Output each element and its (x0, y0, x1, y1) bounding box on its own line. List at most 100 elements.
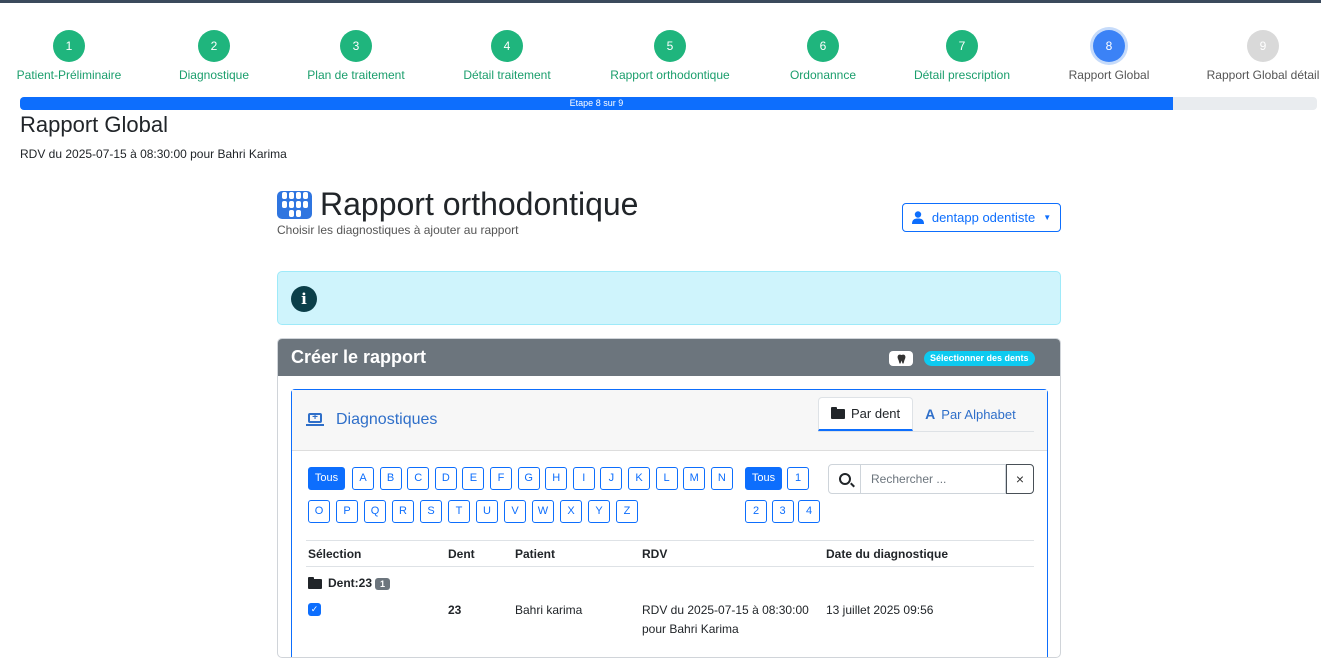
letter-button-v[interactable]: V (504, 500, 526, 523)
window-top-border (0, 0, 1321, 3)
diagnostics-title: Diagnostiques (336, 411, 438, 428)
letter-button-j[interactable]: J (600, 467, 623, 490)
letter-button-c[interactable]: C (407, 467, 430, 490)
diagnostics-panel: + Diagnostiques Par dent A Par Alphabet … (291, 389, 1048, 657)
teeth-icon (277, 190, 312, 219)
info-alert: i (277, 271, 1061, 325)
step-label: Rapport Global détail (1206, 68, 1320, 82)
cell-date: 13 juillet 2025 09:56 (826, 602, 934, 617)
step-circle: 2 (198, 30, 230, 62)
row-checkbox[interactable]: ✓ (308, 602, 321, 616)
letter-button-y[interactable]: Y (588, 500, 610, 523)
col-rdv[interactable]: RDV (640, 540, 824, 567)
letter-button-i[interactable]: I (572, 467, 595, 490)
number-button-3[interactable]: 3 (771, 500, 794, 523)
step-circle: 8 (1093, 30, 1125, 62)
cell-tooth: 23 (448, 602, 462, 617)
user-menu-label: dentapp odentiste (931, 210, 1036, 225)
step-circle: 1 (53, 30, 85, 62)
letter-button-f[interactable]: F (490, 467, 512, 490)
step-circle: 3 (340, 30, 372, 62)
step-label: Détail traitement (463, 68, 551, 82)
step-label: Rapport orthodontique (610, 68, 730, 82)
letter-button-p[interactable]: P (336, 500, 358, 523)
page-title: Rapport Global (20, 112, 168, 137)
letter-button-e[interactable]: E (462, 467, 485, 490)
page-subtitle: RDV du 2025-07-15 à 08:30:00 pour Bahri … (20, 147, 287, 161)
letter-button-b[interactable]: B (379, 467, 402, 490)
letter-button-w[interactable]: W (532, 500, 554, 523)
diagnostics-header: + Diagnostiques Par dent A Par Alphabet (292, 390, 1047, 451)
col-patient[interactable]: Patient (513, 540, 640, 567)
col-tooth[interactable]: Dent (446, 540, 513, 567)
col-selection[interactable]: Sélection (306, 540, 446, 567)
step-4[interactable]: 4 Détail traitement (422, 30, 592, 82)
card-title: Créer le rapport (291, 347, 427, 367)
letter-button-x[interactable]: X (560, 500, 582, 523)
letter-all-button[interactable]: Tous (308, 467, 345, 490)
report-subtitle: Choisir les diagnostiques à ajouter au r… (277, 223, 519, 237)
folder-icon (831, 406, 845, 419)
info-icon: i (291, 286, 317, 312)
step-circle: 6 (807, 30, 839, 62)
letter-button-l[interactable]: L (655, 467, 678, 490)
create-report-card: Créer le rapport Sélectionner des dents … (277, 338, 1061, 658)
cell-rdv: RDV du 2025-07-15 à 08:30:00 pour Bahri … (642, 602, 809, 636)
progress-fill: Etape 8 sur 9 (20, 97, 1173, 110)
step-circle: 5 (654, 30, 686, 62)
letter-button-z[interactable]: Z (616, 500, 638, 523)
view-tabs: Par dent A Par Alphabet (818, 397, 1034, 432)
report-title: Rapport orthodontique (320, 186, 639, 222)
step-label: Détail prescription (913, 68, 1011, 82)
letter-button-s[interactable]: S (420, 500, 442, 523)
count-badge: 1 (375, 577, 391, 590)
diagnostics-table: Sélection Dent Patient RDV Date du diagn… (306, 540, 1034, 645)
table-row[interactable]: ✓ 23 Bahri karima RDV du 2025-07-15 à 08… (306, 599, 1034, 645)
wizard-stepper: 1 Patient-Préliminaire 2 Diagnostique 3 Pla… (0, 30, 1321, 90)
step-9[interactable]: 9 Rapport Global détail (1178, 30, 1321, 82)
col-date[interactable]: Date du diagnostique (824, 540, 1034, 567)
number-button-4[interactable]: 4 (798, 500, 820, 523)
number-button-1[interactable]: 1 (787, 467, 809, 490)
step-circle: 7 (946, 30, 978, 62)
letter-button-a[interactable]: A (352, 467, 374, 490)
step-3[interactable]: 3 Plan de traitement (271, 30, 441, 82)
select-teeth-button[interactable]: Sélectionner des dents (924, 351, 1035, 366)
letter-button-g[interactable]: G (517, 467, 540, 490)
search-group: × (828, 464, 1034, 494)
step-8[interactable]: 8 Rapport Global (1024, 30, 1194, 82)
number-all-button[interactable]: Tous (745, 467, 782, 490)
group-label: Dent:23 (328, 575, 373, 590)
letter-button-u[interactable]: U (476, 500, 498, 523)
group-row[interactable]: Dent:23 1 (306, 567, 1034, 599)
folder-icon (308, 576, 322, 589)
letter-button-n[interactable]: N (710, 467, 733, 490)
letter-button-t[interactable]: T (448, 500, 470, 523)
step-label: Rapport Global (1068, 68, 1150, 82)
tab-label: Par dent (851, 406, 901, 421)
letter-button-r[interactable]: R (392, 500, 414, 523)
letter-button-m[interactable]: M (683, 467, 706, 490)
user-menu-button[interactable]: dentapp odentiste ▼ (902, 203, 1061, 232)
number-button-2[interactable]: 2 (745, 500, 767, 523)
cell-patient: Bahri karima (515, 602, 583, 617)
letter-button-k[interactable]: K (628, 467, 650, 490)
card-header: Créer le rapport Sélectionner des dents (278, 339, 1060, 376)
search-icon (828, 464, 861, 494)
step-label: Plan de traitement (307, 68, 405, 82)
step-7[interactable]: 7 Détail prescription (877, 30, 1047, 82)
tooth-icon[interactable] (889, 351, 913, 366)
user-icon (911, 211, 924, 224)
letter-button-h[interactable]: H (545, 467, 568, 490)
clear-search-button[interactable]: × (1006, 464, 1034, 494)
report-header: Rapport orthodontique Choisir les diagno… (277, 186, 638, 237)
letter-button-d[interactable]: D (434, 467, 457, 490)
laptop-medical-icon: + (306, 413, 324, 427)
tab-by-tooth[interactable]: Par dent (818, 397, 914, 431)
search-input[interactable] (861, 464, 1006, 494)
letter-button-o[interactable]: O (308, 500, 330, 523)
letter-button-q[interactable]: Q (364, 500, 386, 523)
step-5[interactable]: 5 Rapport orthodontique (585, 30, 755, 82)
tab-by-alphabet[interactable]: A Par Alphabet (913, 397, 1028, 431)
tab-label: Par Alphabet (941, 406, 1016, 422)
